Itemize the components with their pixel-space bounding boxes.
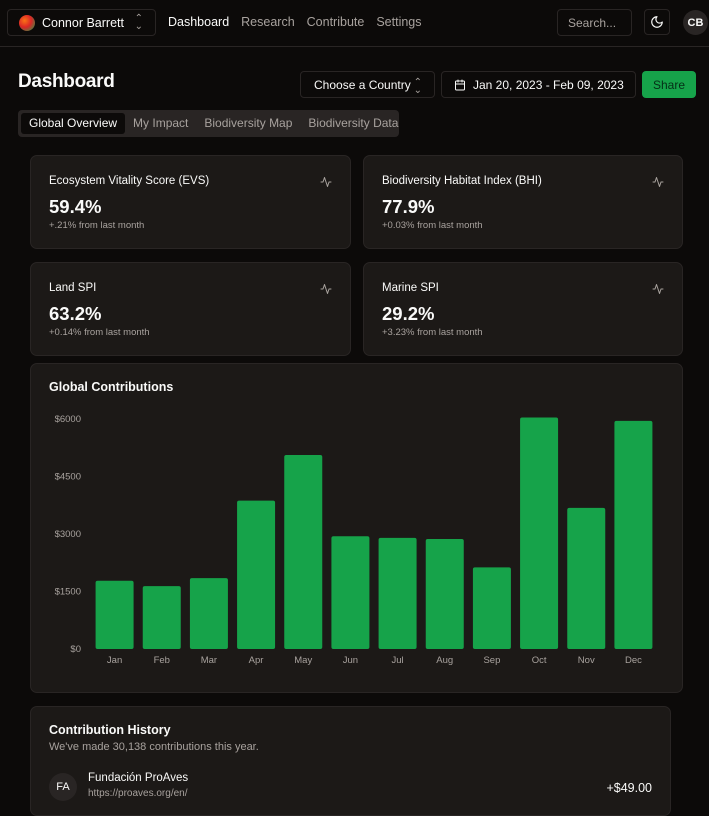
x-tick-label: Aug	[436, 655, 453, 666]
x-tick-label: Dec	[625, 655, 642, 666]
contributions-bar-chart: $0 $1500 $3000 $4500 $6000 Jan Feb Mar Apr May Jun…	[55, 414, 653, 666]
chevron-up-down-icon: ⌃ ⌄	[134, 13, 143, 32]
kpi-change: +.21% from last month	[49, 220, 145, 231]
kpi-label: Land SPI	[49, 282, 97, 294]
main-nav: Dashboard Research Contribute Settings	[168, 15, 422, 29]
x-tick-label: May	[294, 655, 312, 666]
page-title: Dashboard	[18, 71, 115, 92]
nav-contribute[interactable]: Contribute	[307, 15, 365, 29]
x-tick-label: Mar	[201, 655, 217, 666]
bar-dec[interactable]	[614, 420, 653, 649]
chevron-up-down-icon: ⌃ ⌄	[413, 77, 422, 96]
kpi-card-bhi: Biodiversity Habitat Index (BHI) 77.9% +…	[363, 155, 683, 249]
x-tick-label: Jan	[107, 655, 122, 666]
bar-feb[interactable]	[142, 586, 181, 649]
bar-nov[interactable]	[567, 507, 606, 649]
team-switcher[interactable]: Connor Barrett ⌃ ⌄	[7, 9, 156, 36]
activity-icon	[652, 177, 664, 187]
country-select[interactable]: Choose a Country ⌃ ⌄	[300, 71, 435, 98]
x-tick-label: Sep	[483, 655, 500, 666]
kpi-change: +0.14% from last month	[49, 327, 150, 338]
bar-mar[interactable]	[189, 578, 228, 649]
kpi-change: +0.03% from last month	[382, 220, 483, 231]
history-title: Contribution History	[49, 723, 171, 737]
kpi-card-evs: Ecosystem Vitality Score (EVS) 59.4% +.2…	[30, 155, 351, 249]
nav-settings[interactable]: Settings	[376, 15, 421, 29]
nav-dashboard[interactable]: Dashboard	[168, 15, 229, 29]
overview-tabs: Global Overview My Impact Biodiversity M…	[18, 110, 399, 137]
activity-icon	[320, 177, 332, 187]
activity-icon	[652, 284, 664, 294]
bar-apr[interactable]	[237, 500, 276, 649]
bar-jun[interactable]	[331, 536, 370, 649]
kpi-card-land-spi: Land SPI 63.2% +0.14% from last month	[30, 262, 351, 356]
activity-icon	[320, 284, 332, 294]
kpi-value: 77.9%	[382, 196, 435, 217]
x-tick-label: Oct	[532, 655, 547, 666]
bar-oct[interactable]	[520, 417, 559, 649]
tab-biodiversity-map[interactable]: Biodiversity Map	[196, 113, 300, 134]
kpi-value: 63.2%	[49, 303, 102, 324]
moon-icon	[651, 16, 663, 28]
date-range-label: Jan 20, 2023 - Feb 09, 2023	[473, 77, 624, 92]
y-tick-label: $4500	[55, 472, 81, 483]
tab-my-impact[interactable]: My Impact	[125, 113, 196, 134]
kpi-card-marine-spi: Marine SPI 29.2% +3.23% from last month	[363, 262, 683, 356]
kpi-label: Ecosystem Vitality Score (EVS)	[49, 175, 210, 187]
bar-jan[interactable]	[95, 580, 134, 649]
tab-biodiversity-data[interactable]: Biodiversity Data	[300, 113, 406, 134]
x-tick-label: Nov	[578, 655, 595, 666]
bar-sep[interactable]	[472, 567, 511, 649]
kpi-value: 29.2%	[382, 303, 435, 324]
user-avatar[interactable]: CB	[683, 10, 708, 35]
y-tick-label: $0	[70, 644, 81, 655]
history-subtitle: We've made 30,138 contributions this yea…	[49, 741, 259, 753]
bar-may[interactable]	[284, 455, 323, 649]
tab-global-overview[interactable]: Global Overview	[21, 113, 126, 134]
bar-jul[interactable]	[378, 537, 417, 649]
contribution-history-card: Contribution History We've made 30,138 c…	[30, 706, 671, 816]
x-tick-label: Jul	[392, 655, 404, 666]
contributor-url[interactable]: https://proaves.org/en/	[88, 788, 188, 799]
x-tick-label: Jun	[343, 655, 358, 666]
contributor-name: Fundación ProAves	[88, 772, 189, 784]
x-tick-label: Apr	[249, 655, 264, 666]
date-range-picker[interactable]: Jan 20, 2023 - Feb 09, 2023	[441, 71, 636, 98]
kpi-change: +3.23% from last month	[382, 327, 483, 338]
team-avatar	[19, 14, 35, 31]
global-contributions-card: Global Contributions $0 $1500 $3000 $4500 $6…	[30, 363, 683, 693]
kpi-label: Biodiversity Habitat Index (BHI)	[382, 175, 542, 187]
bar-aug[interactable]	[425, 538, 464, 649]
kpi-label: Marine SPI	[382, 282, 439, 294]
team-name: Connor Barrett	[42, 15, 124, 30]
y-tick-label: $6000	[55, 414, 81, 425]
calendar-icon	[455, 79, 465, 90]
country-select-label: Choose a Country	[314, 77, 411, 92]
kpi-value: 59.4%	[49, 196, 102, 217]
theme-toggle-button[interactable]	[644, 9, 670, 35]
search-input[interactable]	[557, 9, 632, 36]
y-tick-label: $1500	[55, 587, 81, 598]
contributor-avatar: FA	[49, 773, 77, 801]
x-tick-label: Feb	[154, 655, 170, 666]
top-bar: Connor Barrett ⌃ ⌄ Dashboard Research Con…	[0, 0, 709, 47]
share-button[interactable]: Share	[642, 71, 696, 98]
nav-research[interactable]: Research	[241, 15, 295, 29]
y-tick-label: $3000	[55, 529, 81, 540]
